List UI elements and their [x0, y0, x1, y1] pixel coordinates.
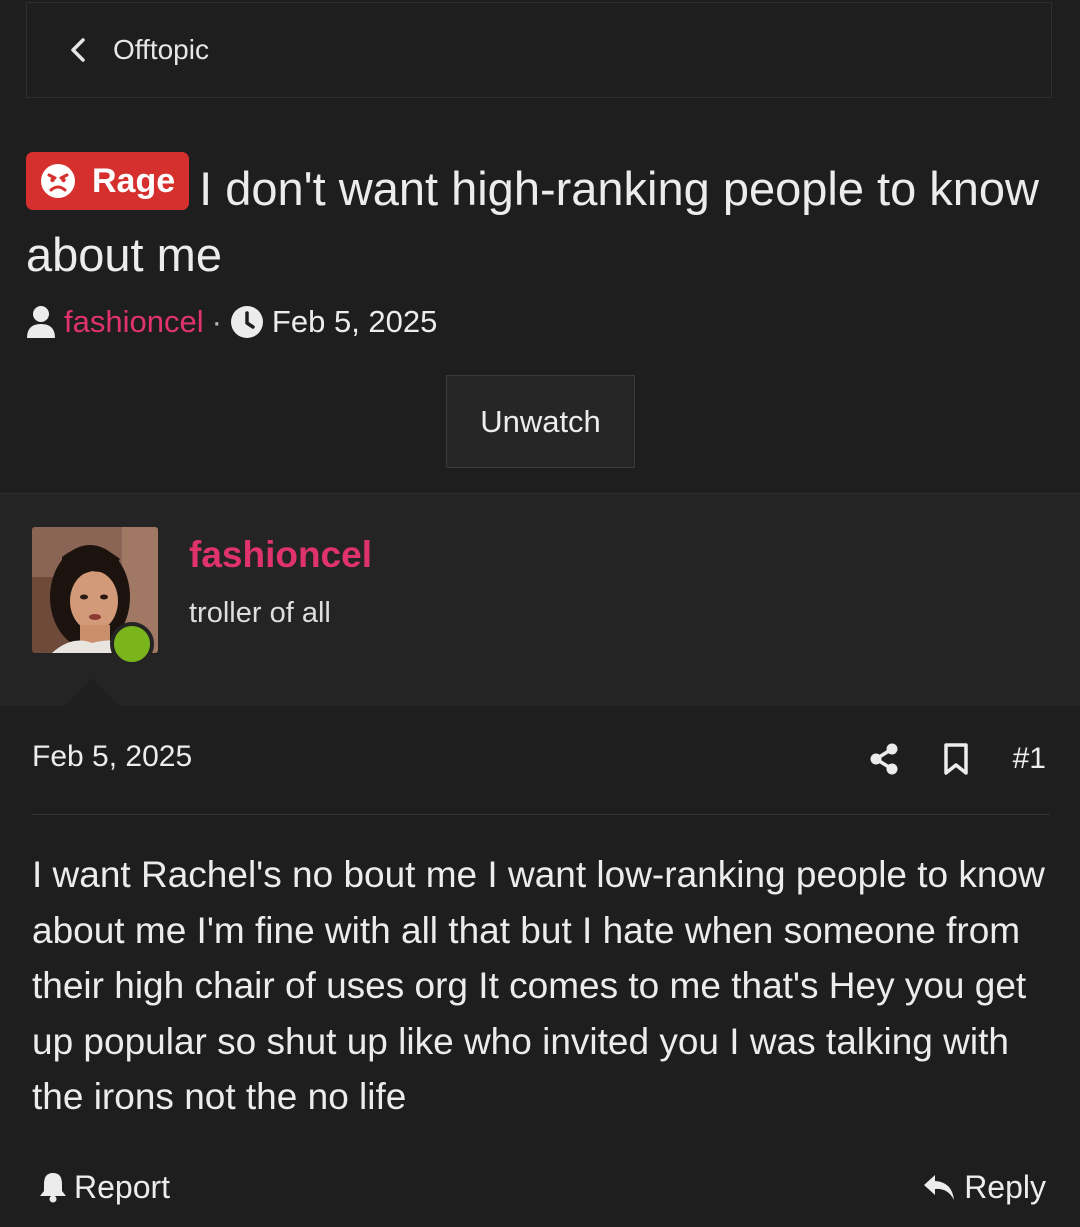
thread-title: Rage I don't want high-ranking people to… [26, 152, 1056, 288]
user-title: troller of all [189, 597, 331, 629]
post-body: I want Rachel's no bout me I want low-ra… [32, 854, 1045, 1117]
post-number-link[interactable]: #1 [1013, 742, 1046, 776]
breadcrumb-label[interactable]: Offtopic [113, 34, 209, 66]
reply-button[interactable]: Reply [922, 1166, 1046, 1208]
prefix-label: Rage [92, 162, 176, 200]
meta-separator: · [211, 304, 222, 339]
unwatch-button[interactable]: Unwatch [446, 375, 635, 468]
chevron-left-icon [67, 38, 89, 62]
bookmark-icon[interactable] [939, 742, 973, 776]
post-username[interactable]: fashioncel [189, 534, 372, 576]
reply-label: Reply [964, 1168, 1046, 1205]
post-date[interactable]: Feb 5, 2025 [32, 740, 192, 774]
share-icon[interactable] [867, 742, 901, 776]
bell-icon [38, 1171, 68, 1203]
report-label: Report [74, 1168, 171, 1205]
message-pointer [62, 678, 122, 708]
post-user-header: fashioncel troller of all [0, 493, 1080, 708]
breadcrumb[interactable]: Offtopic [26, 2, 1052, 98]
post-actions: #1 [867, 736, 1046, 782]
user-icon [26, 305, 56, 339]
thread-author-link[interactable]: fashioncel [64, 304, 204, 340]
report-button[interactable]: Report [38, 1166, 170, 1208]
clock-icon [230, 305, 264, 339]
thread-prefix-badge[interactable]: Rage [26, 152, 190, 210]
divider [32, 814, 1050, 815]
thread-page: Offtopic Rage I don't want high-ranking … [0, 0, 1080, 1227]
reply-arrow-icon [922, 1172, 956, 1202]
thread-meta: fashioncel · Feb 5, 2025 [26, 300, 437, 344]
online-status-indicator [110, 622, 154, 666]
thread-date[interactable]: Feb 5, 2025 [272, 304, 437, 340]
angry-face-icon [40, 163, 76, 199]
